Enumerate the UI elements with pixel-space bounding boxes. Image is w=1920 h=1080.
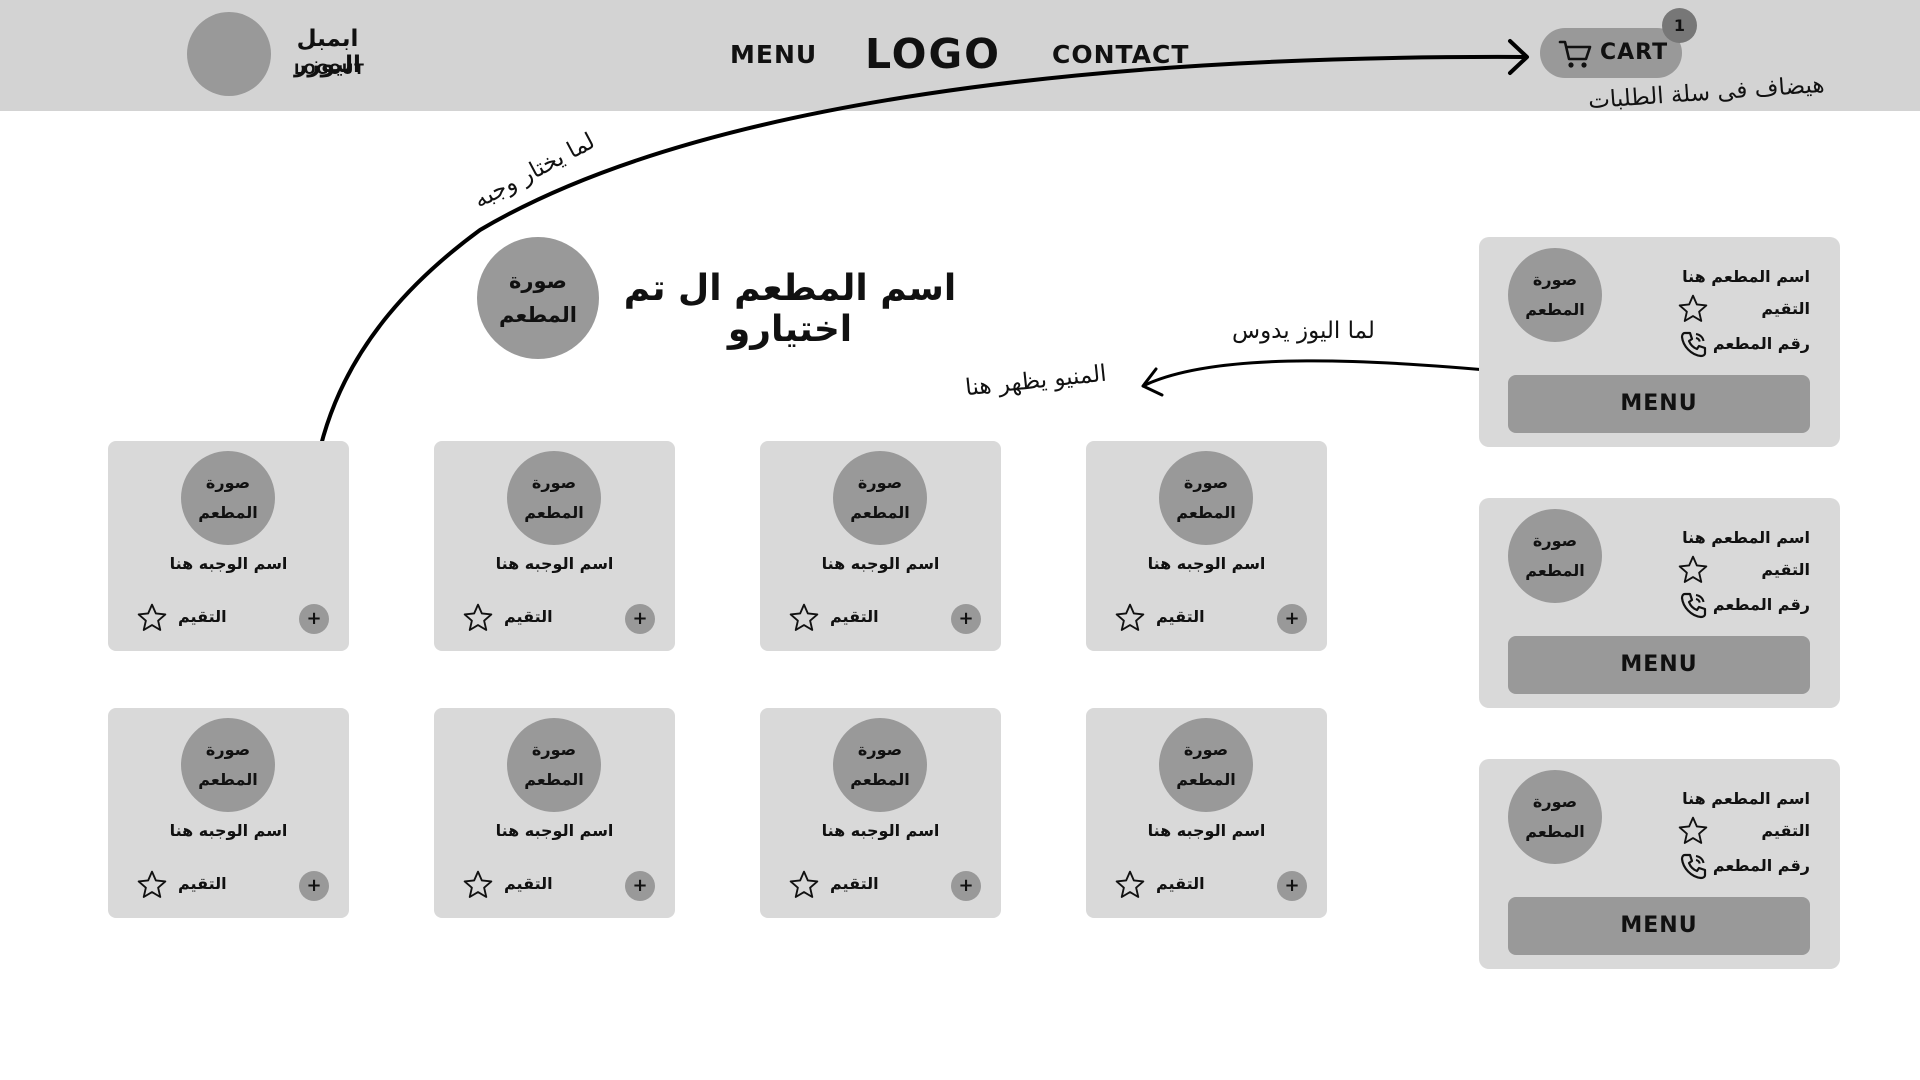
dish-rating-label: التقيم <box>830 607 879 626</box>
dish-name: اسم الوجبه هنا <box>1147 554 1266 573</box>
dish-card[interactable]: صورة المطعم اسم الوجبه هنا التقيم + <box>434 441 675 651</box>
restaurant-phone-label: رقم المطعم <box>1712 595 1810 614</box>
dish-photo: صورة المطعم <box>181 451 275 545</box>
dish-rating-label: التقيم <box>830 874 879 893</box>
dish-rating-label: التقيم <box>178 874 227 893</box>
dish-name: اسم الوجبه هنا <box>495 554 614 573</box>
dish-rating-label: التقيم <box>178 607 227 626</box>
dish-card[interactable]: صورة المطعم اسم الوجبه هنا التقيم + <box>108 708 349 918</box>
user-press-annotation: لما اليوز يدوس <box>1232 318 1375 344</box>
restaurant-card: صورة المطعم اسم المطعم هنا التقيم رقم ال… <box>1479 498 1840 708</box>
dish-name: اسم الوجبه هنا <box>495 821 614 840</box>
restaurant-photo: صورة المطعم <box>1508 770 1602 864</box>
nav-contact-link[interactable]: CONTACT <box>1052 40 1189 69</box>
menu-press-arrowhead <box>1141 367 1164 397</box>
restaurant-menu-button[interactable]: MENU <box>1508 375 1810 433</box>
dish-photo: صورة المطعم <box>507 451 601 545</box>
add-to-cart-button[interactable]: + <box>1277 604 1307 634</box>
add-to-cart-button[interactable]: + <box>951 604 981 634</box>
dish-photo: صورة المطعم <box>1159 718 1253 812</box>
restaurant-card: صورة المطعم اسم المطعم هنا التقيم رقم ال… <box>1479 759 1840 969</box>
dish-photo: صورة المطعم <box>833 718 927 812</box>
star-outline-icon[interactable] <box>1114 869 1146 901</box>
phone-icon <box>1680 853 1707 880</box>
dish-rating-label: التقيم <box>504 607 553 626</box>
selected-restaurant-title: اسم المطعم ال تم اختيارو <box>623 268 957 350</box>
dish-card[interactable]: صورة المطعم اسم الوجبه هنا التقيم + <box>1086 708 1327 918</box>
add-to-cart-button[interactable]: + <box>299 871 329 901</box>
site-logo[interactable]: LOGO <box>865 30 1001 78</box>
nav-menu-link[interactable]: MENU <box>730 40 817 69</box>
star-outline-icon[interactable] <box>462 602 494 634</box>
restaurant-name: اسم المطعم هنا <box>1682 528 1810 547</box>
star-outline-icon[interactable] <box>136 602 168 634</box>
dish-name: اسم الوجبه هنا <box>169 554 288 573</box>
restaurant-phone-label: رقم المطعم <box>1712 334 1810 353</box>
selected-restaurant-photo: صورة المطعم <box>477 237 599 359</box>
phone-icon <box>1680 331 1707 358</box>
restaurant-menu-button[interactable]: MENU <box>1508 897 1810 955</box>
dish-card[interactable]: صورة المطعم اسم الوجبه هنا التقيم + <box>1086 441 1327 651</box>
restaurant-menu-button[interactable]: MENU <box>1508 636 1810 694</box>
logout-link[interactable]: LOGOUT <box>282 62 377 78</box>
dish-name: اسم الوجبه هنا <box>821 821 940 840</box>
dish-card[interactable]: صورة المطعم اسم الوجبه هنا التقيم + <box>434 708 675 918</box>
restaurant-rating-label: التقيم <box>1761 299 1810 318</box>
dish-card[interactable]: صورة المطعم اسم الوجبه هنا التقيم + <box>760 441 1001 651</box>
restaurant-name: اسم المطعم هنا <box>1682 267 1810 286</box>
dish-photo: صورة المطعم <box>1159 451 1253 545</box>
dish-photo: صورة المطعم <box>833 451 927 545</box>
dish-rating-label: التقيم <box>504 874 553 893</box>
restaurant-photo: صورة المطعم <box>1508 509 1602 603</box>
add-to-cart-button[interactable]: + <box>1277 871 1307 901</box>
add-to-cart-button[interactable]: + <box>625 604 655 634</box>
dish-card[interactable]: صورة المطعم اسم الوجبه هنا التقيم + <box>760 708 1001 918</box>
dish-name: اسم الوجبه هنا <box>821 554 940 573</box>
restaurant-card: صورة المطعم اسم المطعم هنا التقيم رقم ال… <box>1479 237 1840 447</box>
star-outline-icon[interactable] <box>1677 293 1709 325</box>
add-to-cart-button[interactable]: + <box>951 871 981 901</box>
cart-count-badge: 1 <box>1662 8 1697 43</box>
star-outline-icon[interactable] <box>1114 602 1146 634</box>
dish-rating-label: التقيم <box>1156 607 1205 626</box>
star-outline-icon[interactable] <box>788 602 820 634</box>
phone-icon <box>1680 592 1707 619</box>
cart-button[interactable]: CART <box>1540 28 1682 78</box>
choose-dish-annotation: لما يختار وجبه <box>469 128 600 214</box>
restaurant-photo: صورة المطعم <box>1508 248 1602 342</box>
star-outline-icon[interactable] <box>1677 554 1709 586</box>
dish-card[interactable]: صورة المطعم اسم الوجبه هنا التقيم + <box>108 441 349 651</box>
star-outline-icon[interactable] <box>462 869 494 901</box>
star-outline-icon[interactable] <box>788 869 820 901</box>
dish-rating-label: التقيم <box>1156 874 1205 893</box>
restaurant-phone-label: رقم المطعم <box>1712 856 1810 875</box>
restaurant-rating-label: التقيم <box>1761 560 1810 579</box>
menu-press-arrow <box>1144 359 1509 387</box>
star-outline-icon[interactable] <box>136 869 168 901</box>
cart-icon <box>1558 40 1592 68</box>
add-to-cart-button[interactable]: + <box>299 604 329 634</box>
star-outline-icon[interactable] <box>1677 815 1709 847</box>
dish-photo: صورة المطعم <box>181 718 275 812</box>
menu-appears-annotation: المنيو يظهر هنا <box>964 360 1108 402</box>
cart-label: CART <box>1600 40 1669 65</box>
user-avatar[interactable] <box>187 12 271 96</box>
dish-name: اسم الوجبه هنا <box>1147 821 1266 840</box>
restaurant-name: اسم المطعم هنا <box>1682 789 1810 808</box>
add-to-cart-button[interactable]: + <box>625 871 655 901</box>
restaurant-rating-label: التقيم <box>1761 821 1810 840</box>
dish-photo: صورة المطعم <box>507 718 601 812</box>
dish-name: اسم الوجبه هنا <box>169 821 288 840</box>
